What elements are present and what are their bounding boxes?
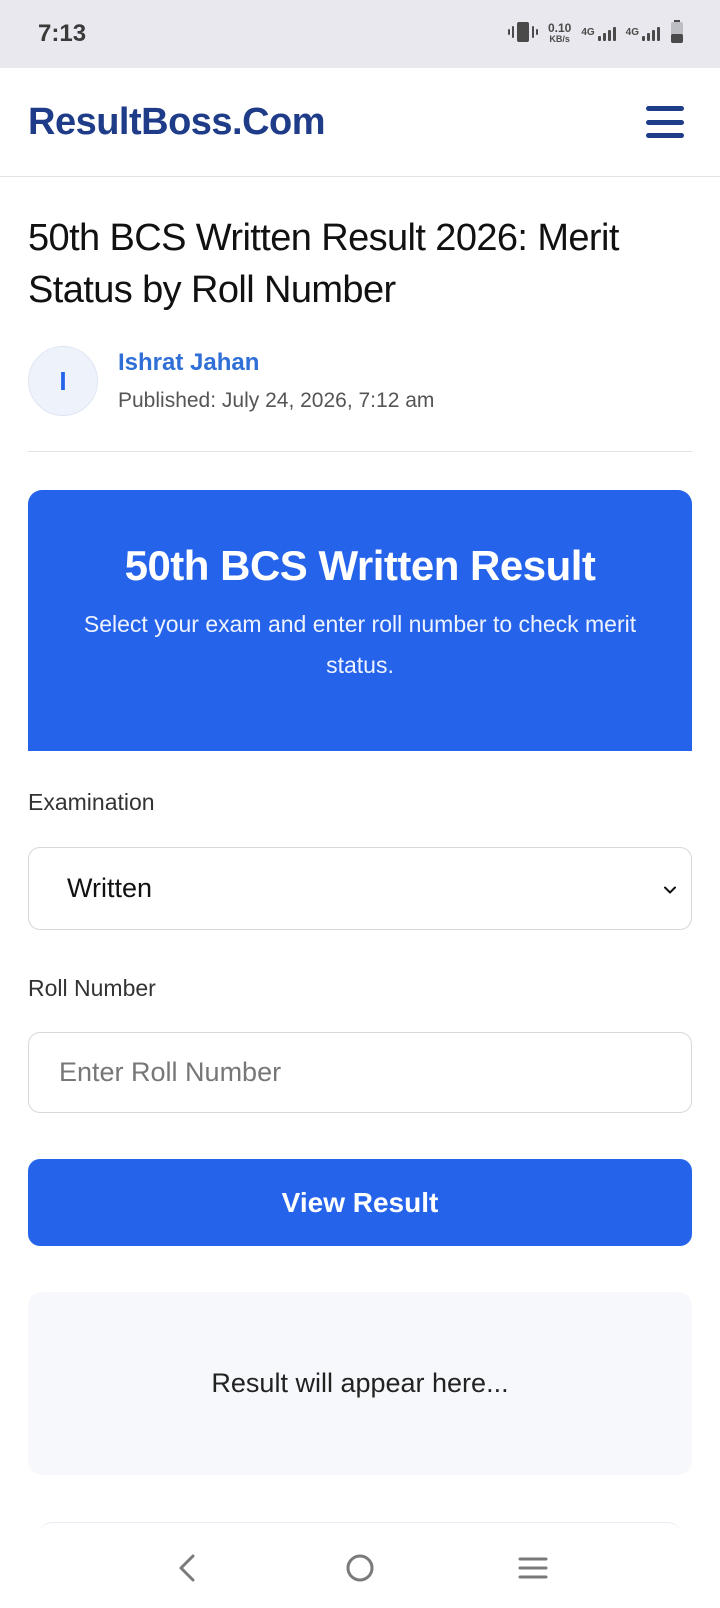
divider [28, 451, 692, 452]
status-time: 7:13 [38, 20, 87, 47]
battery-icon [670, 19, 684, 49]
examination-selected-value: Written [67, 873, 153, 903]
network-speed: 0.10 KB/s [547, 21, 572, 45]
roll-number-input[interactable] [28, 1032, 692, 1113]
speed-unit: KB/s [549, 34, 570, 44]
roll-number-label: Roll Number [28, 975, 156, 1001]
result-hero-banner: 50th BCS Written Result Select your exam… [28, 490, 692, 751]
view-result-button[interactable]: View Result [28, 1159, 692, 1246]
system-navigation-bar [0, 1528, 720, 1608]
status-bar: 7:13 0.10 KB/s 4G 4G [0, 0, 720, 68]
network-type-1: 4G [581, 27, 595, 38]
hero-title: 50th BCS Written Result [124, 542, 596, 589]
author-meta: Ishrat Jahan Published: July 24, 2026, 7… [118, 349, 434, 413]
status-icons: 0.10 KB/s 4G 4G [507, 19, 684, 49]
recents-icon[interactable] [508, 1543, 558, 1593]
speed-value: 0.10 [547, 21, 572, 35]
author-info: I Ishrat Jahan Published: July 24, 2026,… [28, 346, 434, 416]
examination-label: Examination [28, 789, 155, 815]
signal-2: 4G [626, 27, 660, 41]
avatar: I [28, 346, 98, 416]
examination-select[interactable]: Written [28, 847, 692, 930]
signal-1: 4G [581, 27, 616, 41]
signal-bars-icon [642, 27, 660, 41]
hero-subtitle: Select your exam and enter roll number t… [83, 611, 637, 678]
author-name-link[interactable]: Ishrat Jahan [118, 349, 434, 377]
hamburger-menu-icon[interactable] [646, 106, 684, 138]
signal-bars-icon [597, 27, 616, 41]
network-type-2: 4G [625, 27, 639, 38]
published-date: Published: July 24, 2026, 7:12 am [118, 389, 435, 412]
site-logo[interactable]: ResultBoss.Com [28, 101, 326, 144]
vibrate-icon [507, 20, 538, 49]
back-icon[interactable] [162, 1543, 212, 1593]
chevron-down-icon [663, 873, 677, 904]
article-title: 50th BCS Written Result 2026: Merit Stat… [28, 217, 619, 311]
result-placeholder-text: Result will appear here... [211, 1368, 509, 1398]
result-output-box: Result will appear here... [28, 1292, 692, 1475]
home-icon[interactable] [335, 1543, 385, 1593]
site-header: ResultBoss.Com [0, 68, 720, 177]
